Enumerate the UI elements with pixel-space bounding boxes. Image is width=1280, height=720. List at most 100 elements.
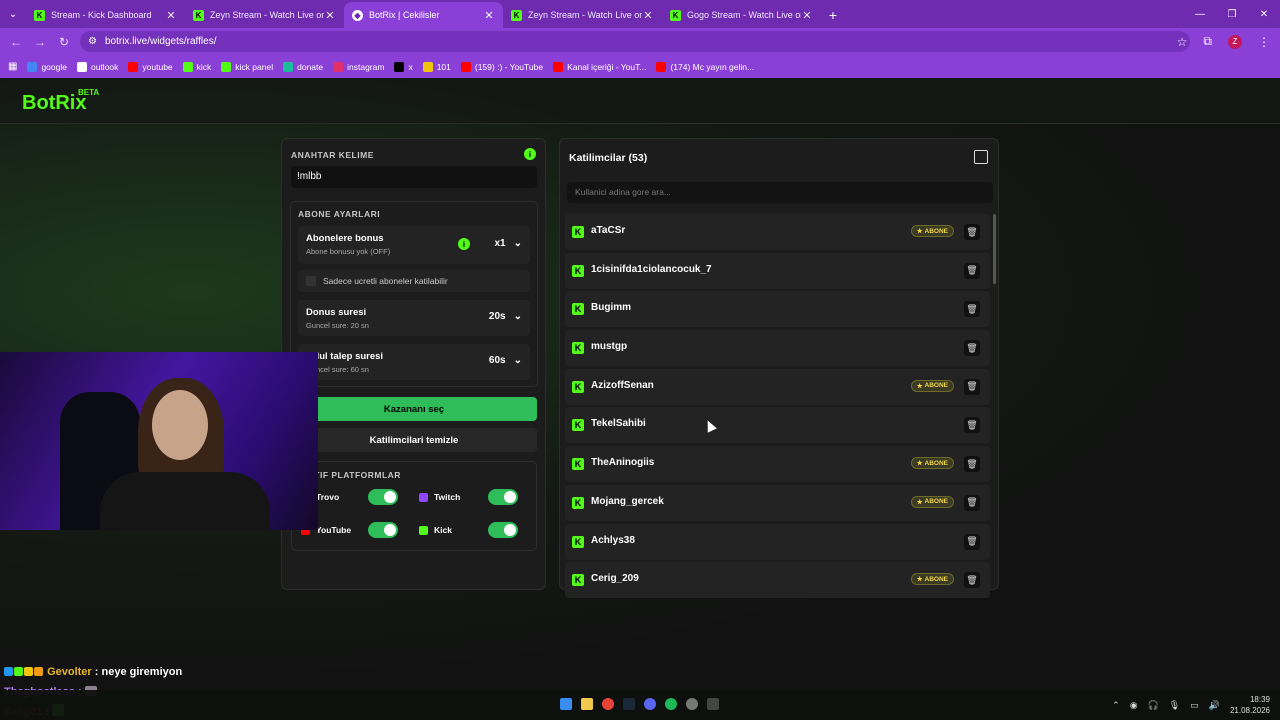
bookmark-item[interactable]: x — [394, 61, 413, 72]
app-icon[interactable] — [686, 698, 698, 710]
info-icon[interactable]: i — [524, 148, 536, 160]
bookmark-label: instagram — [347, 61, 385, 72]
file-explorer-icon[interactable] — [581, 698, 593, 710]
beta-badge: BETA — [78, 88, 100, 97]
url-field[interactable]: ⚙ botrix.live/widgets/raffles/ — [80, 31, 1190, 52]
apps-grid-icon[interactable]: ▦ — [8, 61, 17, 72]
start-icon[interactable] — [560, 698, 572, 710]
participant-name[interactable]: Achlys38 — [591, 535, 635, 546]
delete-icon[interactable]: 🗑 — [964, 417, 980, 434]
participant-row: K Achlys38 🗑 — [565, 523, 990, 560]
delete-icon[interactable]: 🗑 — [964, 224, 980, 240]
pick-winner-button[interactable]: Kazananı seç — [291, 397, 537, 421]
participant-name[interactable]: 1cisinifda1ciolancocuk_7 — [591, 264, 712, 275]
bookmark-label: 101 — [436, 61, 451, 72]
delete-icon[interactable]: 🗑 — [964, 340, 980, 357]
paid-only-checkbox[interactable] — [306, 276, 316, 286]
bookmark-item[interactable]: (174) Mc yayın gelin... — [656, 61, 754, 72]
delete-icon[interactable]: 🗑 — [964, 533, 980, 550]
minimize-icon[interactable]: — — [1184, 0, 1216, 28]
delete-icon[interactable]: 🗑 — [964, 456, 980, 473]
subscriber-badge: ★ ABONE — [910, 379, 954, 392]
participant-name[interactable]: AzizoffSenan — [591, 380, 654, 391]
mic-icon[interactable]: 🎙 — [1169, 700, 1180, 711]
kick-toggle[interactable] — [488, 522, 518, 538]
bookmark-item[interactable]: youtube — [128, 61, 173, 72]
participant-name[interactable]: Bugimm — [591, 302, 631, 313]
copy-icon[interactable] — [974, 150, 988, 164]
bookmark-favicon-icon — [553, 61, 564, 72]
profile-avatar[interactable]: Z — [1228, 34, 1242, 49]
steam-tray-icon[interactable]: ◉ — [1130, 700, 1138, 711]
participant-name[interactable]: TekelSahibi — [591, 418, 646, 429]
delete-icon[interactable]: 🗑 — [964, 262, 980, 279]
sub-bonus-select[interactable]: x1 ⌄ — [494, 238, 522, 249]
browser-tab[interactable]: ◆ BotRix | Cekilisler ✕ — [344, 2, 503, 28]
bookmark-item[interactable]: outlook — [76, 61, 118, 72]
tab-close-icon[interactable]: ✕ — [642, 9, 654, 22]
reload-icon[interactable]: ↻ — [52, 35, 76, 49]
keyword-input[interactable]: !mlbb — [291, 166, 537, 188]
subscriber-settings: ABONE AYARLARI Abonelere bonus Abone bon… — [290, 201, 538, 387]
volume-icon[interactable]: 🔊 — [1209, 700, 1220, 711]
forward-icon[interactable]: → — [28, 35, 52, 49]
tab-close-icon[interactable]: ✕ — [324, 9, 336, 22]
twitch-toggle[interactable] — [488, 489, 518, 505]
participant-name[interactable]: mustgp — [591, 341, 627, 352]
site-info-icon[interactable]: ⚙ — [88, 36, 97, 47]
spotify-icon[interactable] — [665, 698, 677, 710]
discord-icon[interactable] — [644, 698, 656, 710]
steam-icon[interactable] — [623, 698, 635, 710]
sub-bonus-info-icon[interactable]: i — [458, 238, 470, 250]
bookmark-item[interactable]: kick panel — [221, 61, 274, 72]
youtube-toggle[interactable] — [368, 522, 398, 538]
clock[interactable]: 18:39 21.08.2026 — [1230, 694, 1270, 716]
bookmark-star-icon[interactable]: ☆ — [1177, 35, 1188, 49]
tab-close-icon[interactable]: ✕ — [801, 9, 813, 22]
bookmark-item[interactable]: 101 — [422, 61, 451, 72]
bookmark-item[interactable]: Kanal içeriği - YouT... — [553, 61, 646, 72]
clear-participants-button[interactable]: Katilimcilari temizle — [291, 428, 537, 452]
browser-tab[interactable]: K Zeyn Stream - Watch Live on Ki✕ — [185, 2, 344, 28]
tab-close-icon[interactable]: ✕ — [483, 9, 495, 22]
restore-icon[interactable]: ❐ — [1216, 0, 1248, 28]
participant-name[interactable]: Mojang_gercek — [591, 496, 664, 507]
participant-search-input[interactable]: Kullanici adina gore ara... — [567, 182, 993, 203]
close-window-icon[interactable]: ✕ — [1248, 0, 1280, 28]
browser-tab[interactable]: K Stream - Kick Dashboard ✕ — [26, 2, 185, 28]
extensions-icon[interactable]: ⧉ — [1203, 34, 1212, 49]
bookmark-list: google outlook youtube kick kick panel donate… — [27, 61, 754, 72]
bookmark-item[interactable]: kick — [182, 61, 211, 72]
participant-name[interactable]: Cerig_209 — [591, 573, 639, 584]
browser-tab[interactable]: K Zeyn Stream - Watch Live on Ki✕ — [503, 2, 662, 28]
bookmark-item[interactable]: instagram — [333, 61, 385, 72]
terminal-icon[interactable] — [707, 698, 719, 710]
tab-search-icon[interactable]: ⌄ — [0, 0, 26, 28]
network-icon[interactable]: ▭ — [1190, 700, 1199, 711]
delete-icon[interactable]: 🗑 — [964, 494, 980, 511]
browser-menu-icon[interactable]: ⋮ — [1258, 35, 1270, 49]
bookmark-item[interactable]: (159) :) - YouTube — [460, 61, 543, 72]
new-tab-button[interactable]: + — [821, 2, 845, 28]
headset-icon[interactable]: 🎧 — [1148, 700, 1159, 711]
bookmark-item[interactable]: donate — [283, 61, 323, 72]
tab-close-icon[interactable]: ✕ — [165, 9, 177, 22]
chrome-icon[interactable] — [602, 698, 614, 710]
trovo-toggle[interactable] — [368, 489, 398, 505]
delete-icon[interactable]: 🗑 — [964, 301, 980, 318]
bookmark-label: kick panel — [235, 61, 274, 72]
paid-only-row[interactable]: Sadece ucretli aboneler katilabilir — [298, 270, 530, 292]
claim-time-select[interactable]: 60s ⌄ — [489, 355, 522, 366]
bonus-time-select[interactable]: 20s ⌄ — [489, 311, 522, 322]
participant-name[interactable]: TheAninogiis — [591, 457, 654, 468]
back-icon[interactable]: ← — [4, 35, 28, 49]
bookmark-item[interactable]: google — [27, 61, 67, 72]
delete-icon[interactable]: 🗑 — [964, 378, 980, 395]
tray-chevron-icon[interactable]: ⌃ — [1112, 700, 1120, 711]
participant-scrollbar[interactable] — [993, 214, 996, 284]
botrix-logo[interactable]: BotRix BETA — [22, 88, 99, 115]
browser-tab[interactable]: K Gogo Stream - Watch Live on Ki✕ — [662, 2, 821, 28]
participant-name[interactable]: aTaCSr — [591, 225, 625, 236]
delete-icon[interactable]: 🗑 — [964, 572, 980, 589]
tab-title: Stream - Kick Dashboard — [51, 10, 152, 20]
